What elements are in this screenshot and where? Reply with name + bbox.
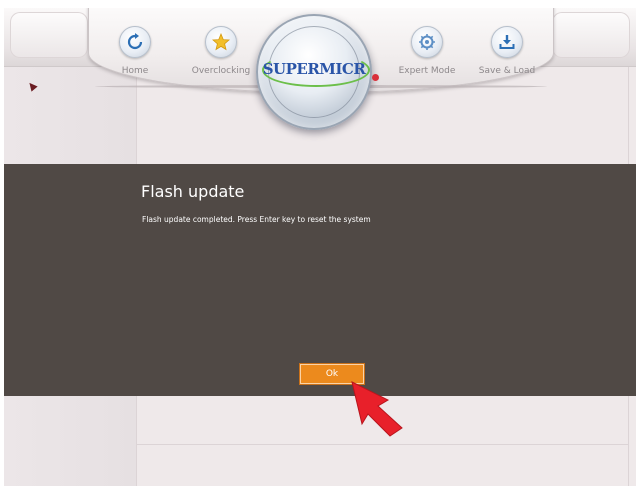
logo-dot bbox=[372, 74, 379, 81]
dialog-title: Flash update bbox=[141, 182, 245, 201]
nav-expert-mode[interactable]: Expert Mode bbox=[391, 26, 463, 76]
nav-home-label: Home bbox=[121, 66, 149, 76]
nav-overclocking-label: Overclocking bbox=[191, 66, 251, 76]
nav-save-load[interactable]: Save & Load bbox=[471, 26, 543, 76]
nav-expert-mode-label: Expert Mode bbox=[398, 66, 456, 76]
nav-save-load-label: Save & Load bbox=[478, 66, 536, 76]
logo-text: SUPERMICR bbox=[262, 60, 366, 78]
bios-window: Home Overclocking Expert Mode Save & Loa… bbox=[4, 8, 636, 486]
pointer-arrow-icon bbox=[351, 381, 403, 437]
flash-update-dialog: Flash update Flash update completed. Pre… bbox=[4, 164, 636, 396]
nav-home[interactable]: Home bbox=[99, 26, 171, 76]
gear-icon bbox=[411, 26, 443, 58]
star-icon bbox=[205, 26, 237, 58]
supermicro-logo: SUPERMICR bbox=[256, 14, 379, 130]
nav-overclocking[interactable]: Overclocking bbox=[185, 26, 257, 76]
dialog-message: Flash update completed. Press Enter key … bbox=[142, 215, 371, 224]
download-icon bbox=[491, 26, 523, 58]
refresh-icon bbox=[119, 26, 151, 58]
divider bbox=[136, 444, 628, 445]
